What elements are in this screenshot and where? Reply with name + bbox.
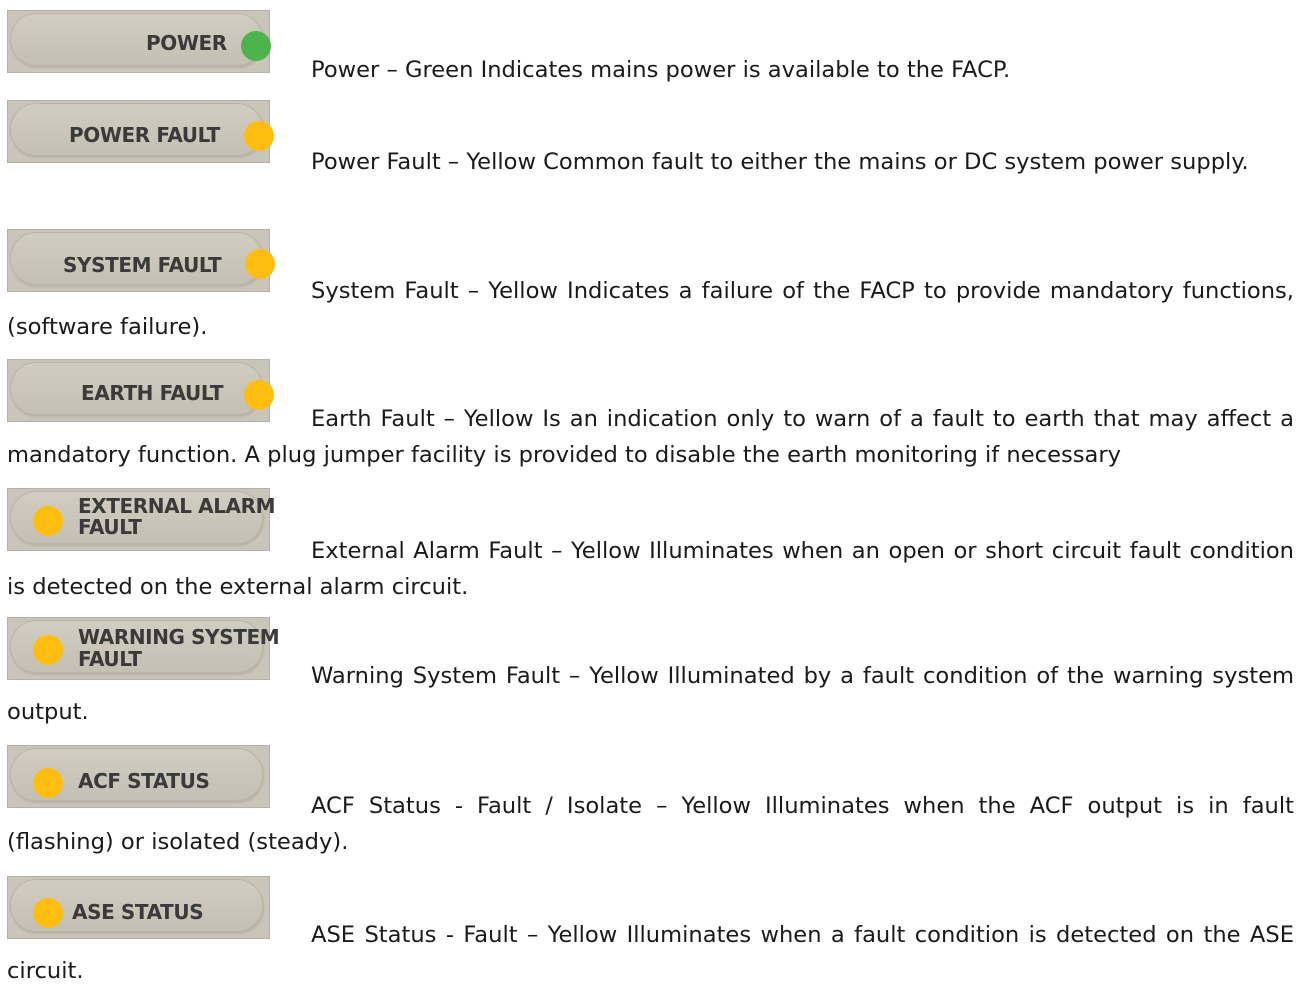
indicator-description: Power – Green Indicates mains power is a… xyxy=(311,57,1011,83)
indicator-description: Power Fault – Yellow Common fault to eit… xyxy=(311,149,1249,175)
indicator-description: Warning System Fault – Yellow Illuminate… xyxy=(7,663,1294,725)
indicator-description: ASE Status - Fault – Yellow Illuminates … xyxy=(7,922,1294,984)
yellow-led-icon xyxy=(33,506,63,536)
indicator-label: WARNING SYSTEM xyxy=(78,625,280,649)
indicator-description: ACF Status - Fault / Isolate – Yellow Il… xyxy=(7,793,1294,855)
indicator-description: Earth Fault – Yellow Is an indication on… xyxy=(7,406,1294,468)
indicator-description: External Alarm Fault – Yellow Illuminate… xyxy=(7,538,1294,600)
indicator-description: System Fault – Yellow Indicates a failur… xyxy=(7,278,1294,340)
